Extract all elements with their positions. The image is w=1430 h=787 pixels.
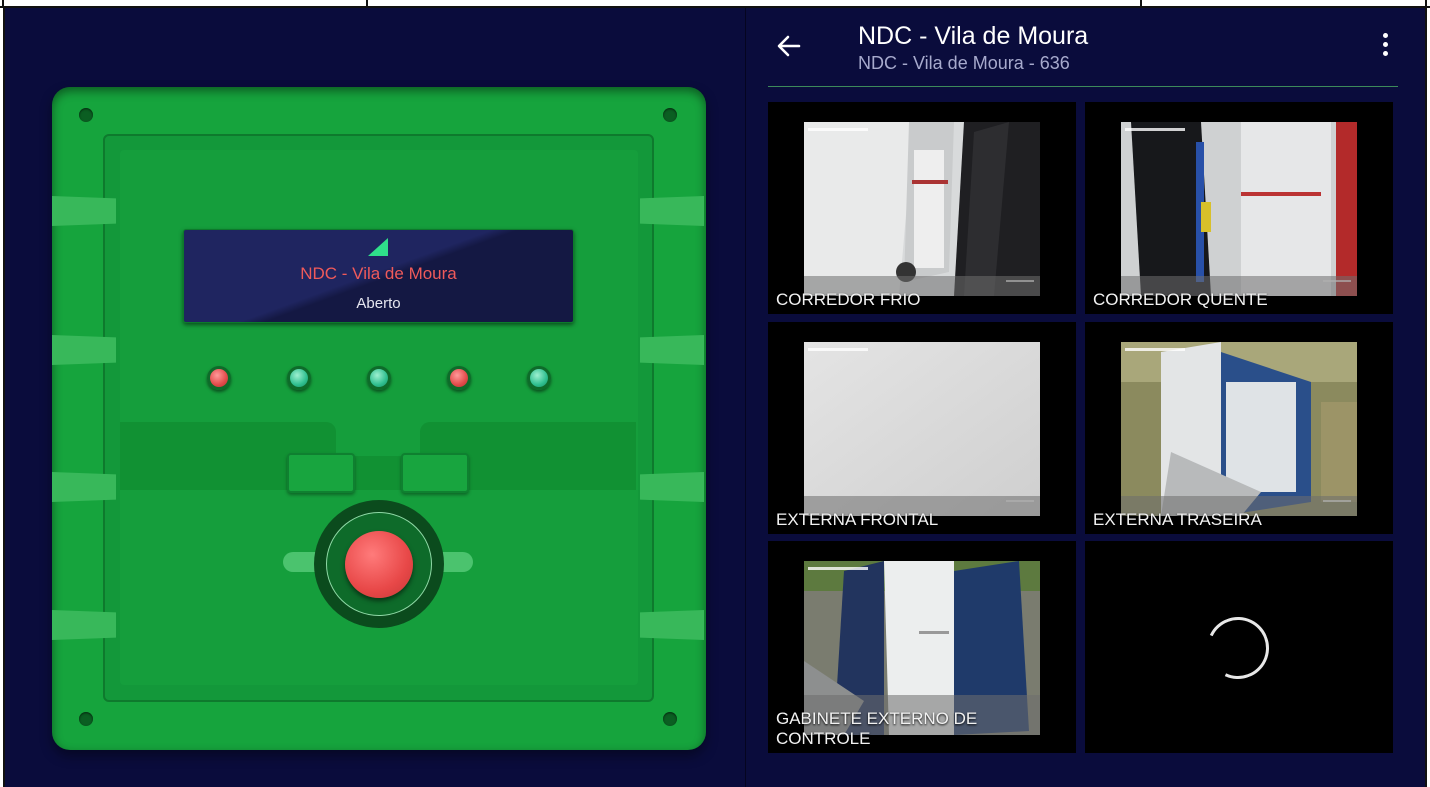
page-title: NDC - Vila de Moura xyxy=(858,22,1089,50)
camera-tile[interactable]: GABINETE EXTERNO DE CONTROLE xyxy=(768,541,1076,753)
camera-label: EXTERNA TRASEIRA xyxy=(1093,510,1262,529)
camera-timestamp xyxy=(1125,128,1185,131)
camera-timestamp xyxy=(1125,348,1185,351)
pane-divider xyxy=(745,8,746,787)
status-led-1 xyxy=(207,366,231,390)
header-divider xyxy=(768,86,1398,87)
signal-icon xyxy=(368,238,388,256)
divider xyxy=(1140,0,1142,8)
panel-clip xyxy=(52,196,116,226)
page-subtitle: NDC - Vila de Moura - 636 xyxy=(858,53,1070,73)
camera-feed xyxy=(804,342,1040,516)
divider xyxy=(366,0,368,8)
panel-clip xyxy=(52,610,116,640)
trigger-button[interactable] xyxy=(345,531,413,598)
panel-clip xyxy=(52,335,116,365)
screw-icon xyxy=(79,108,93,122)
camera-tile[interactable]: EXTERNA FRONTAL xyxy=(768,322,1076,534)
panel-clip xyxy=(640,610,704,640)
panel-groove xyxy=(120,422,336,456)
camera-tile[interactable]: EXTERNA TRASEIRA xyxy=(1085,322,1393,534)
status-led-5 xyxy=(527,366,551,390)
camera-timestamp xyxy=(808,567,868,570)
panel-button-right[interactable] xyxy=(401,453,469,493)
panel-groove xyxy=(420,422,636,456)
panel-clip xyxy=(640,472,704,502)
camera-timestamp xyxy=(808,348,868,351)
display-device-name: NDC - Vila de Moura xyxy=(300,264,457,283)
screw-icon xyxy=(663,712,677,726)
camera-feed xyxy=(1121,342,1357,516)
camera-feed xyxy=(1121,122,1357,296)
screw-icon xyxy=(79,712,93,726)
panel-clip xyxy=(640,335,704,365)
camera-label: EXTERNA FRONTAL xyxy=(776,510,939,529)
screw-icon xyxy=(663,108,677,122)
camera-tile[interactable]: CORREDOR QUENTE xyxy=(1085,102,1393,314)
display-status: Aberto xyxy=(356,295,401,312)
arrow-left-icon xyxy=(777,35,801,57)
panel-clip xyxy=(52,472,116,502)
camera-feed xyxy=(804,122,1040,296)
panel-clip xyxy=(640,196,704,226)
panel-groove xyxy=(120,456,636,490)
divider xyxy=(2,0,4,8)
status-led-3 xyxy=(367,366,391,390)
camera-timestamp xyxy=(808,128,868,131)
status-led-2 xyxy=(287,366,311,390)
divider xyxy=(1425,0,1427,8)
camera-tile[interactable]: CORREDOR FRIO xyxy=(768,102,1076,314)
camera-label: CORREDOR QUENTE xyxy=(1093,290,1268,309)
panel-button-left[interactable] xyxy=(287,453,355,493)
camera-label: CORREDOR FRIO xyxy=(776,290,921,309)
more-vertical-icon[interactable] xyxy=(1376,33,1394,63)
camera-label: GABINETE EXTERNO DE CONTROLE xyxy=(776,709,978,748)
status-led-4 xyxy=(447,366,471,390)
top-strip xyxy=(0,0,1430,8)
back-button[interactable] xyxy=(775,32,803,60)
